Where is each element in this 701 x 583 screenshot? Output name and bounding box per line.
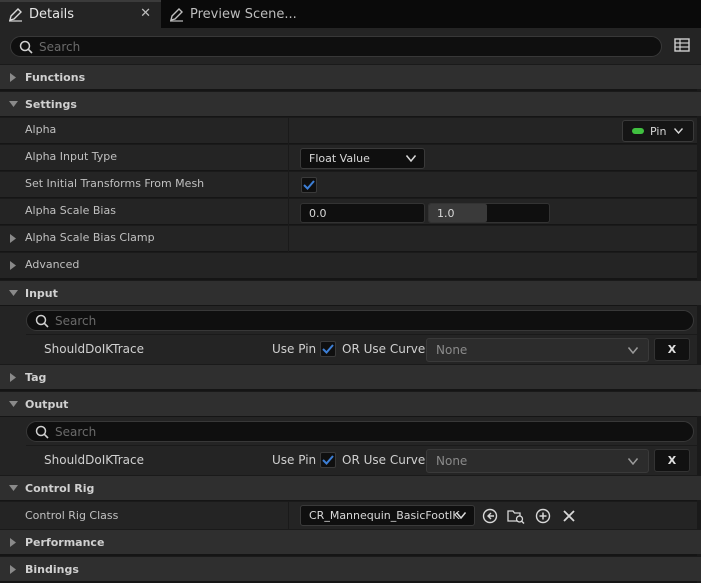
pin-label: Pin: [650, 124, 667, 138]
category-performance[interactable]: Performance: [0, 529, 701, 554]
chevron-down-icon: [456, 512, 466, 519]
tab-preview-label: Preview Scene...: [190, 6, 297, 22]
property-label: Alpha: [25, 123, 57, 136]
category-label: Bindings: [25, 562, 79, 576]
search-input[interactable]: Search: [10, 36, 662, 57]
property-label: Alpha Input Type: [25, 150, 118, 163]
input-curve-row: ShouldDoIKTrace Use Pin OR Use Curve Non…: [26, 334, 697, 363]
property-label: Control Rig Class: [25, 509, 119, 522]
search-icon: [19, 40, 33, 54]
chevron-down-icon: [8, 485, 18, 491]
category-label: Output: [25, 397, 69, 411]
property-row-alpha: Alpha: [0, 117, 697, 144]
dropdown-value: Float Value: [309, 152, 370, 165]
tab-bar: Details ✕ Preview Scene...: [0, 0, 701, 28]
use-selected-asset-icon[interactable]: [482, 508, 498, 524]
category-label: Performance: [25, 535, 105, 549]
property-label: Set Initial Transforms From Mesh: [25, 177, 205, 190]
set-initial-transforms-checkbox[interactable]: [301, 177, 317, 193]
curve-row-label: ShouldDoIKTrace: [44, 453, 145, 467]
field-value: 1.0: [437, 206, 455, 220]
chevron-down-icon: [8, 290, 18, 296]
category-control-rig[interactable]: Control Rig: [0, 475, 701, 500]
pencil-icon: [8, 7, 23, 22]
clear-button[interactable]: X: [654, 449, 690, 472]
category-label: Tag: [25, 370, 47, 384]
dropdown-value: None: [436, 454, 468, 468]
alpha-scale-bias-max-field[interactable]: 1.0: [428, 203, 550, 223]
property-row-advanced[interactable]: Advanced: [0, 252, 697, 278]
or-use-curve-label: OR Use Curve: [342, 453, 426, 467]
clear-icon[interactable]: [562, 509, 576, 523]
chevron-down-icon: [628, 458, 638, 465]
chevron-right-icon: [8, 72, 18, 82]
category-label: Control Rig: [25, 481, 95, 495]
chevron-right-icon: [10, 261, 16, 270]
category-label: Settings: [25, 97, 77, 111]
control-rig-class-dropdown[interactable]: CR_Mannequin_BasicFootIK: [300, 505, 475, 526]
category-label: Input: [25, 286, 58, 300]
dropdown-value: None: [436, 343, 468, 357]
use-pin-checkbox[interactable]: [320, 452, 336, 468]
search-placeholder: Search: [55, 424, 97, 439]
search-icon: [35, 314, 49, 328]
tab-preview-scene[interactable]: Preview Scene...: [161, 0, 301, 28]
dropdown-value: CR_Mannequin_BasicFootIK: [309, 509, 460, 522]
search-icon: [35, 425, 49, 439]
details-toolbar: Search: [0, 28, 701, 64]
clear-button[interactable]: X: [654, 338, 690, 361]
category-bindings[interactable]: Bindings: [0, 556, 701, 581]
property-label: Alpha Scale Bias Clamp: [25, 231, 155, 244]
field-value: 0.0: [309, 206, 327, 220]
property-row-set-initial-transforms: Set Initial Transforms From Mesh: [0, 171, 697, 198]
input-search-input[interactable]: Search: [26, 310, 694, 331]
chevron-down-icon: [628, 347, 638, 354]
browse-asset-icon[interactable]: [507, 508, 525, 524]
pin-status-icon: [632, 128, 644, 134]
chevron-down-icon: [8, 101, 18, 107]
search-placeholder: Search: [55, 313, 97, 328]
chevron-right-icon: [8, 537, 18, 547]
category-tag[interactable]: Tag: [0, 364, 701, 389]
curve-dropdown[interactable]: None: [426, 338, 649, 362]
category-functions[interactable]: Functions: [0, 64, 701, 89]
property-label: Advanced: [25, 258, 80, 271]
category-settings[interactable]: Settings: [0, 91, 701, 116]
curve-row-label: ShouldDoIKTrace: [44, 342, 145, 356]
chevron-right-icon: [8, 372, 18, 382]
tab-details-label: Details: [29, 6, 75, 22]
chevron-down-icon: [674, 128, 684, 134]
or-use-curve-label: OR Use Curve: [342, 342, 426, 356]
tab-details[interactable]: Details ✕: [0, 0, 161, 28]
chevron-down-icon: [8, 401, 18, 407]
output-search-input[interactable]: Search: [26, 421, 694, 442]
category-input[interactable]: Input: [0, 280, 701, 305]
search-placeholder: Search: [39, 39, 81, 54]
scrollbar-track[interactable]: [697, 64, 701, 583]
property-label: Alpha Scale Bias: [25, 204, 116, 217]
category-output[interactable]: Output: [0, 391, 701, 416]
use-pin-label: Use Pin: [272, 342, 317, 356]
close-icon[interactable]: ✕: [140, 6, 151, 21]
chevron-right-icon: [8, 564, 18, 574]
use-pin-label: Use Pin: [272, 453, 317, 467]
category-label: Functions: [25, 70, 86, 84]
curve-dropdown[interactable]: None: [426, 449, 649, 473]
chevron-down-icon: [406, 155, 416, 162]
pin-button[interactable]: Pin: [622, 120, 694, 142]
property-row-alpha-scale-bias-clamp[interactable]: Alpha Scale Bias Clamp: [0, 225, 697, 252]
output-curve-row: ShouldDoIKTrace Use Pin OR Use Curve Non…: [26, 445, 697, 474]
property-matrix-icon[interactable]: [674, 38, 690, 52]
pencil-icon: [169, 7, 184, 22]
alpha-scale-bias-min-field[interactable]: 0.0: [300, 203, 425, 223]
chevron-right-icon: [10, 234, 16, 243]
add-icon[interactable]: [535, 508, 551, 524]
use-pin-checkbox[interactable]: [320, 341, 336, 357]
alpha-input-type-dropdown[interactable]: Float Value: [300, 148, 425, 169]
